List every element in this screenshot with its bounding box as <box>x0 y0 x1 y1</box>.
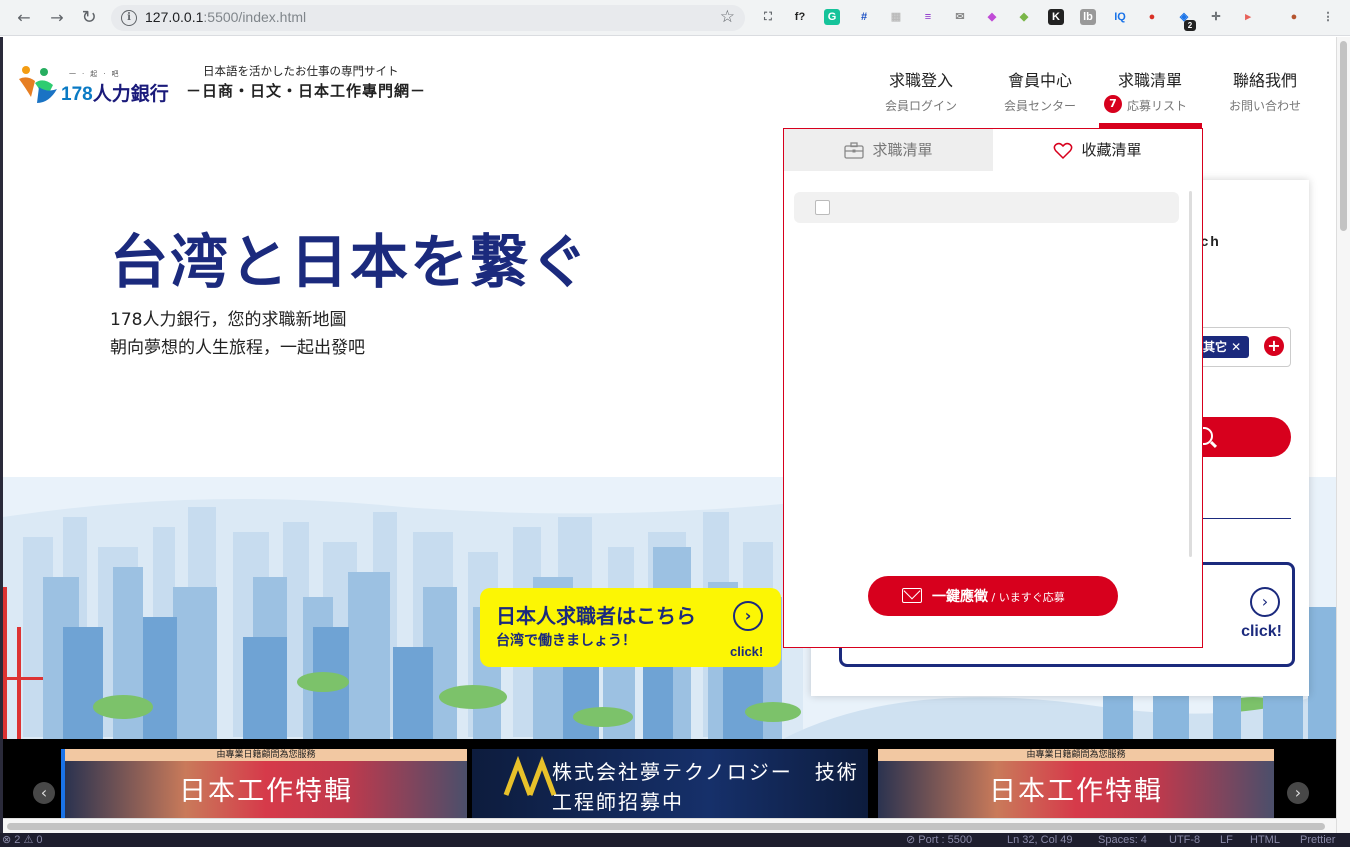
yume-logo-icon <box>503 755 557 796</box>
scrollbar-thumb[interactable] <box>1340 41 1347 231</box>
indentation-setting[interactable]: Spaces: 4 <box>1098 833 1147 847</box>
lb-ext-icon[interactable]: lb <box>1080 9 1096 25</box>
japanese-jobseeker-banner[interactable]: 日本人求職者はこちら 台湾で働きましょう！ › click! <box>480 588 781 667</box>
add-category-button[interactable]: + <box>1264 336 1284 356</box>
iq-ext-icon[interactable]: IQ <box>1112 9 1128 25</box>
more-menu-icon[interactable]: ⋮ <box>1320 9 1336 25</box>
line-ending[interactable]: LF <box>1220 833 1233 847</box>
editor-status-bar: ⊗ 2 ⚠ 0 ⊘ Port : 5500 Ln 32, Col 49 Spac… <box>0 833 1350 847</box>
live-server-port[interactable]: ⊘ Port : 5500 <box>906 833 972 847</box>
logo-slogan: 一·起·吧 <box>69 70 125 78</box>
job-list-count-badge: 7 <box>1104 95 1122 113</box>
chevron-right-icon: › <box>733 601 763 631</box>
grammarly-icon[interactable]: G <box>824 9 840 25</box>
banner-carousel: 由專業日籍顧問為您服務 日本工作特輯 株式会社夢テクノロジー 技術工程師招募中 … <box>3 739 1336 818</box>
carousel-slide-2[interactable]: 株式会社夢テクノロジー 技術工程師招募中 <box>472 749 868 818</box>
scrollbar-thumb[interactable] <box>7 823 1325 830</box>
screenshot-icon[interactable]: ⛶ <box>760 9 776 25</box>
mail-ext-icon[interactable]: ✉ <box>952 9 968 25</box>
dropdown-scrollbar[interactable] <box>1189 191 1192 557</box>
extension-badge-count: 2 <box>1184 20 1196 31</box>
browser-toolbar: ← → ↻ i 127.0.0.1:5500/index.html ☆ ⛶ f? G… <box>0 0 1350 36</box>
tab-favorites[interactable]: 收藏清單 <box>993 129 1202 171</box>
nav-contact-us[interactable]: 聯絡我們 お問い合わせ <box>1223 67 1307 114</box>
envelope-icon <box>902 588 922 603</box>
profile-avatar-icon[interactable]: ● <box>1286 9 1302 25</box>
site-info-icon[interactable]: i <box>121 10 137 26</box>
hero-title: 台湾と日本を繋ぐ <box>110 228 591 296</box>
carousel-next-button[interactable]: › <box>1287 782 1309 804</box>
formatter-status[interactable]: Prettier <box>1300 833 1335 847</box>
menu-ext-icon[interactable]: ≡ <box>920 9 936 25</box>
k-ext-icon[interactable]: K <box>1048 9 1064 25</box>
banner-title: 日本人求職者はこちら <box>496 604 696 628</box>
back-icon[interactable]: ← <box>14 8 34 28</box>
briefcase-icon <box>844 142 865 159</box>
logo-figure-icon[interactable] <box>17 63 61 105</box>
url-text[interactable]: 127.0.0.1:5500/index.html <box>145 9 306 25</box>
gem-ext-icon[interactable]: ◆ <box>1016 9 1032 25</box>
heart-icon <box>1054 142 1073 159</box>
click-label: click! <box>1241 623 1282 640</box>
carousel-slide-3[interactable]: 由專業日籍顧問為您服務 日本工作特輯 <box>878 749 1274 818</box>
address-bar[interactable]: i 127.0.0.1:5500/index.html ☆ <box>111 5 745 31</box>
select-checkbox[interactable] <box>815 200 830 215</box>
web-page: 一·起·吧 178人力銀行 日本語を活かしたお仕事の専門サイト －日商・日文・日… <box>3 37 1336 818</box>
apply-now-button[interactable]: 一鍵應徵 / いますぐ応募 <box>868 576 1118 616</box>
mic-ext-icon[interactable]: ● <box>1144 9 1160 25</box>
list-item <box>794 192 1179 223</box>
forward-icon[interactable]: → <box>47 8 67 28</box>
nav-job-login[interactable]: 求職登入 会員ログイン <box>881 67 961 114</box>
tagline-japanese: 日本語を活かしたお仕事の専門サイト <box>203 64 399 78</box>
chevron-right-icon: › <box>1250 587 1280 617</box>
nav-member-center[interactable]: 會員中心 会員センター <box>997 67 1083 114</box>
hero-subtitle-1: 178人力銀行，您的求職新地圖 <box>110 310 347 330</box>
file-encoding[interactable]: UTF-8 <box>1169 833 1200 847</box>
cursor-position[interactable]: Ln 32, Col 49 <box>1007 833 1072 847</box>
carousel-slide-1[interactable]: 由專業日籍顧問為您服務 日本工作特輯 <box>61 749 467 818</box>
tab-job-list[interactable]: 求職清單 <box>784 129 993 171</box>
carousel-prev-button[interactable]: ‹ <box>33 782 55 804</box>
move-ext-icon[interactable]: ✛ <box>1208 9 1224 25</box>
crop-icon[interactable]: # <box>856 9 872 25</box>
bookmark-star-icon[interactable]: ☆ <box>720 7 735 27</box>
banner-subtitle: 台湾で働きましょう！ <box>496 633 636 649</box>
language-mode[interactable]: HTML <box>1250 833 1280 847</box>
problems-count[interactable]: ⊗ 2 ⚠ 0 <box>2 833 42 847</box>
font-icon[interactable]: f? <box>792 9 808 25</box>
job-list-dropdown: 求職清單 收藏清單 一鍵應徵 / いますぐ応募 <box>783 128 1203 648</box>
record-ext-icon[interactable]: ▸ <box>1240 9 1256 25</box>
page-vertical-scrollbar[interactable] <box>1336 37 1350 833</box>
category-tag-other[interactable]: 其它 ✕ <box>1195 336 1250 358</box>
banner-click-label: click! <box>730 644 764 659</box>
grid-ext-icon[interactable]: ▦ <box>888 9 904 25</box>
tagline-chinese: －日商・日文・日本工作專門網－ <box>186 82 427 100</box>
feather-ext-icon[interactable]: ◆ <box>984 9 1000 25</box>
hero-subtitle-2: 朝向夢想的人生旅程，一起出發吧 <box>110 338 365 358</box>
page-horizontal-scrollbar[interactable] <box>3 818 1336 833</box>
reload-icon[interactable]: ↻ <box>79 8 99 28</box>
logo-text[interactable]: 178人力銀行 <box>61 79 169 106</box>
